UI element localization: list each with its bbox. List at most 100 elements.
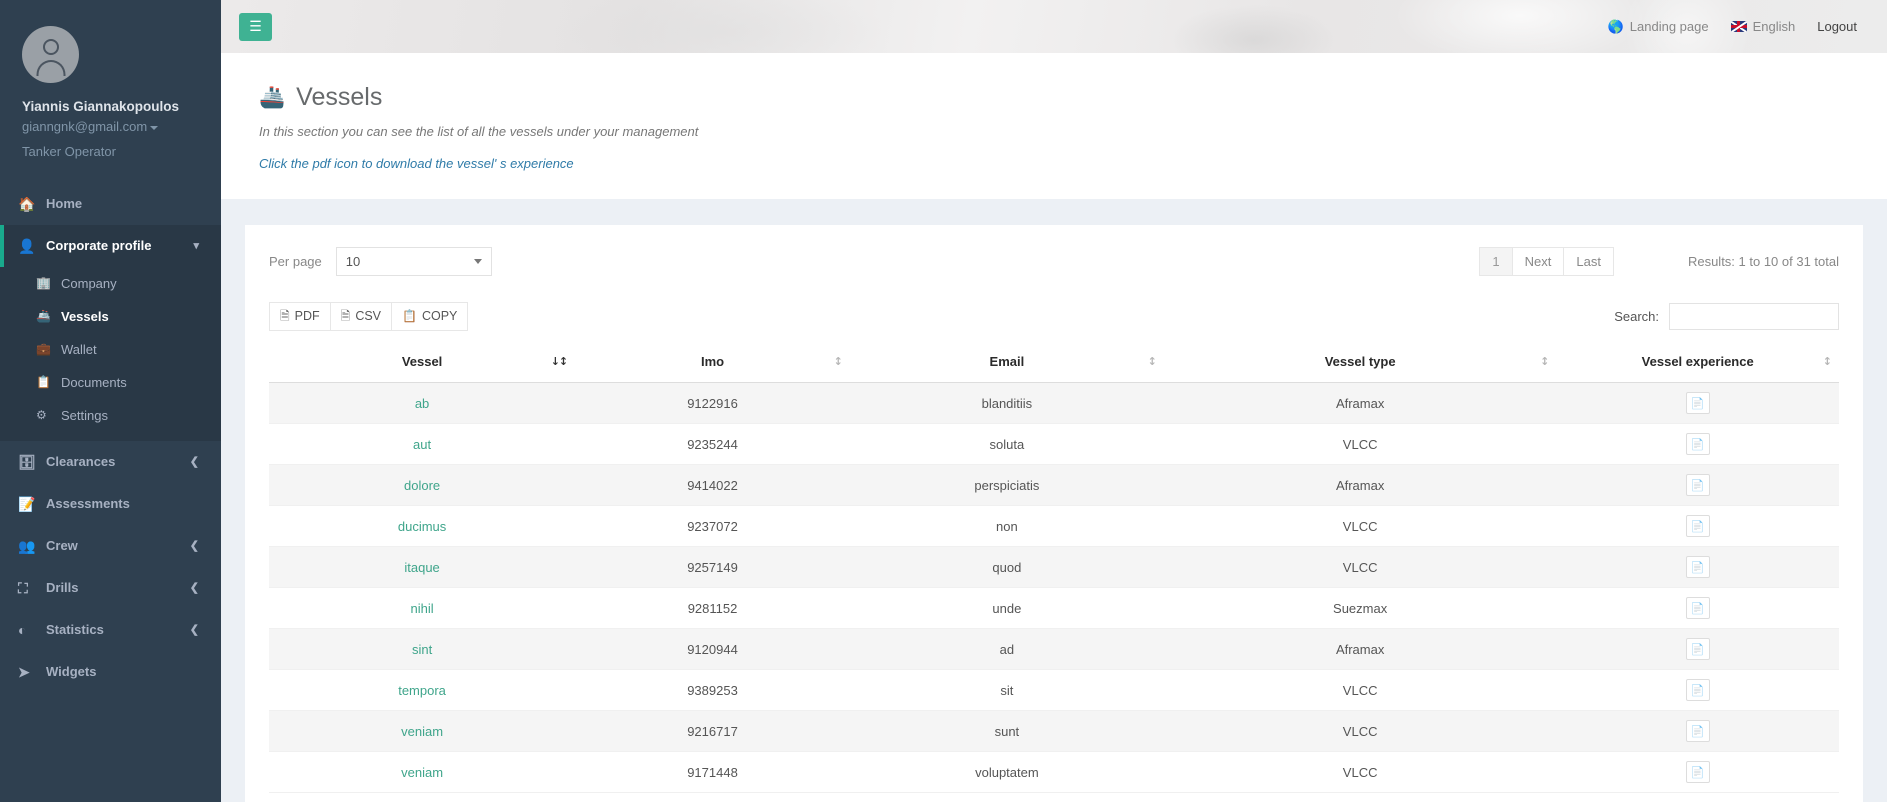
- file-icon[interactable]: 📄: [1686, 638, 1710, 660]
- vessel-link[interactable]: veniam: [401, 765, 443, 780]
- file-icon[interactable]: 📄: [1686, 556, 1710, 578]
- cell-vessel-experience: 📄: [1556, 711, 1839, 752]
- hamburger-icon[interactable]: ☰: [239, 13, 272, 41]
- documents-icon: 📋: [36, 374, 54, 391]
- cell-email: non: [850, 506, 1164, 547]
- sidebar-item-widgets[interactable]: ➤ Widgets: [0, 651, 221, 693]
- sidebar-link-corporate-profile[interactable]: 👤 Corporate profile ▾: [0, 225, 221, 267]
- language-selector[interactable]: English: [1731, 19, 1796, 34]
- vessels-table-head: Vessel ↓↕ Imo ↕: [269, 345, 1839, 383]
- column-header-vessel[interactable]: Vessel ↓↕: [269, 345, 575, 383]
- pagination-page-1[interactable]: 1: [1479, 247, 1512, 276]
- sidebar-item-documents[interactable]: 📋 Documents: [0, 366, 221, 399]
- export-csv-button[interactable]: 🗎 CSV: [330, 302, 392, 331]
- landing-page-link[interactable]: 🌎 Landing page: [1608, 19, 1709, 35]
- sidebar-link-drills[interactable]: ⛶ Drills ❮: [0, 567, 221, 609]
- file-icon[interactable]: 📄: [1686, 720, 1710, 742]
- sort-both-icon[interactable]: ↕: [834, 355, 842, 368]
- vessel-link[interactable]: aut: [413, 437, 431, 452]
- vessel-link[interactable]: itaque: [404, 560, 439, 575]
- page-note[interactable]: Click the pdf icon to download the vesse…: [259, 156, 1849, 171]
- vessel-link[interactable]: ducimus: [398, 519, 446, 534]
- file-icon[interactable]: 📄: [1686, 515, 1710, 537]
- column-label: Vessel experience: [1642, 354, 1754, 369]
- sidebar: Yiannis Giannakopoulos gianngnk@gmail.co…: [0, 0, 221, 802]
- pagination: 1 Next Last: [1479, 247, 1614, 276]
- sidebar-item-corporate-profile[interactable]: 👤 Corporate profile ▾ 🏢 Company 🚢: [0, 225, 221, 441]
- file-icon[interactable]: 📄: [1686, 679, 1710, 701]
- sidebar-item-wallet[interactable]: 💼 Wallet: [0, 333, 221, 366]
- sidebar-item-settings[interactable]: ⚙ Settings: [0, 399, 221, 432]
- pagination-last-button[interactable]: Last: [1563, 247, 1614, 276]
- cell-email: sit: [850, 670, 1164, 711]
- search-input[interactable]: [1669, 303, 1839, 330]
- logout-link[interactable]: Logout: [1817, 19, 1857, 34]
- vessel-link[interactable]: sint: [412, 642, 432, 657]
- column-header-imo[interactable]: Imo ↕: [575, 345, 850, 383]
- sidebar-item-label: Home: [46, 196, 199, 212]
- sidebar-item-clearances[interactable]: 🗄 Clearances ❮: [0, 441, 221, 483]
- sidebar-link-crew[interactable]: 👥 Crew ❮: [0, 525, 221, 567]
- profile-email-dropdown[interactable]: gianngnk@gmail.com: [22, 118, 199, 136]
- table-row: dolore9414022perspiciatisAframax📄: [269, 465, 1839, 506]
- file-icon[interactable]: 📄: [1686, 474, 1710, 496]
- wallet-icon: 💼: [36, 341, 54, 358]
- sidebar-item-assessments[interactable]: 📝 Assessments: [0, 483, 221, 525]
- pagination-next-button[interactable]: Next: [1512, 247, 1565, 276]
- sidebar-subitem-label: Vessels: [61, 308, 109, 325]
- vessel-link[interactable]: dolore: [404, 478, 440, 493]
- file-icon[interactable]: 📄: [1686, 597, 1710, 619]
- sidebar-item-label: Widgets: [46, 664, 199, 680]
- sidebar-link-settings[interactable]: ⚙ Settings: [0, 399, 221, 432]
- vessel-link[interactable]: veniam: [401, 724, 443, 739]
- cell-imo: 9281152: [575, 588, 850, 629]
- sort-asc-icon[interactable]: ↓↕: [551, 355, 567, 368]
- sidebar-item-statistics[interactable]: ◐ Statistics ❮: [0, 609, 221, 651]
- column-header-vessel-experience[interactable]: Vessel experience ↕: [1556, 345, 1839, 383]
- sort-both-icon[interactable]: ↕: [1823, 355, 1831, 368]
- file-icon[interactable]: 📄: [1686, 761, 1710, 783]
- sidebar-item-drills[interactable]: ⛶ Drills ❮: [0, 567, 221, 609]
- sort-both-icon[interactable]: ↕: [1148, 355, 1156, 368]
- sidebar-link-vessels[interactable]: 🚢 Vessels: [0, 300, 221, 333]
- users-icon: 👥: [18, 538, 38, 554]
- table-top-controls: Per page 10 1 Next Last Results: 1 to 10…: [269, 247, 1839, 276]
- profile-role: Tanker Operator: [22, 143, 199, 161]
- sort-both-icon[interactable]: ↕: [1540, 355, 1548, 368]
- vessel-link[interactable]: ab: [415, 396, 429, 411]
- sidebar-link-assessments[interactable]: 📝 Assessments: [0, 483, 221, 525]
- per-page-value: 10: [346, 254, 360, 269]
- sidebar-link-wallet[interactable]: 💼 Wallet: [0, 333, 221, 366]
- page-header-panel: 🚢 Vessels In this section you can see th…: [221, 53, 1887, 199]
- csv-file-icon: 🗎: [341, 308, 351, 325]
- sidebar-item-home[interactable]: 🏠 Home: [0, 183, 221, 225]
- export-pdf-button[interactable]: 🗎 PDF: [269, 302, 331, 331]
- column-header-vessel-type[interactable]: Vessel type ↕: [1164, 345, 1557, 383]
- cell-vessel: tempora: [269, 670, 575, 711]
- cell-email: unde: [850, 588, 1164, 629]
- file-icon[interactable]: 📄: [1686, 392, 1710, 414]
- sidebar-link-clearances[interactable]: 🗄 Clearances ❮: [0, 441, 221, 483]
- sidebar-item-label: Clearances: [46, 454, 190, 470]
- sidebar-link-widgets[interactable]: ➤ Widgets: [0, 651, 221, 693]
- sidebar-item-company[interactable]: 🏢 Company: [0, 267, 221, 300]
- sidebar-link-home[interactable]: 🏠 Home: [0, 183, 221, 225]
- cell-imo: 9237072: [575, 506, 850, 547]
- cell-vessel: aut: [269, 424, 575, 465]
- sidebar-link-statistics[interactable]: ◐ Statistics ❮: [0, 609, 221, 651]
- table-row: itaque9257149quodVLCC📄: [269, 547, 1839, 588]
- per-page-select[interactable]: 10: [336, 247, 492, 276]
- vessel-link[interactable]: nihil: [411, 601, 434, 616]
- sidebar-link-documents[interactable]: 📋 Documents: [0, 366, 221, 399]
- sidebar-item-vessels[interactable]: 🚢 Vessels: [0, 300, 221, 333]
- pie-chart-icon: ◐: [18, 622, 38, 638]
- column-label: Imo: [701, 354, 724, 369]
- sidebar-link-company[interactable]: 🏢 Company: [0, 267, 221, 300]
- column-header-email[interactable]: Email ↕: [850, 345, 1164, 383]
- vessel-link[interactable]: tempora: [398, 683, 446, 698]
- panel-spacer: [221, 199, 1887, 225]
- sidebar-item-crew[interactable]: 👥 Crew ❮: [0, 525, 221, 567]
- file-icon[interactable]: 📄: [1686, 433, 1710, 455]
- copy-button[interactable]: 📋 COPY: [391, 302, 468, 331]
- cell-email: blanditiis: [850, 383, 1164, 424]
